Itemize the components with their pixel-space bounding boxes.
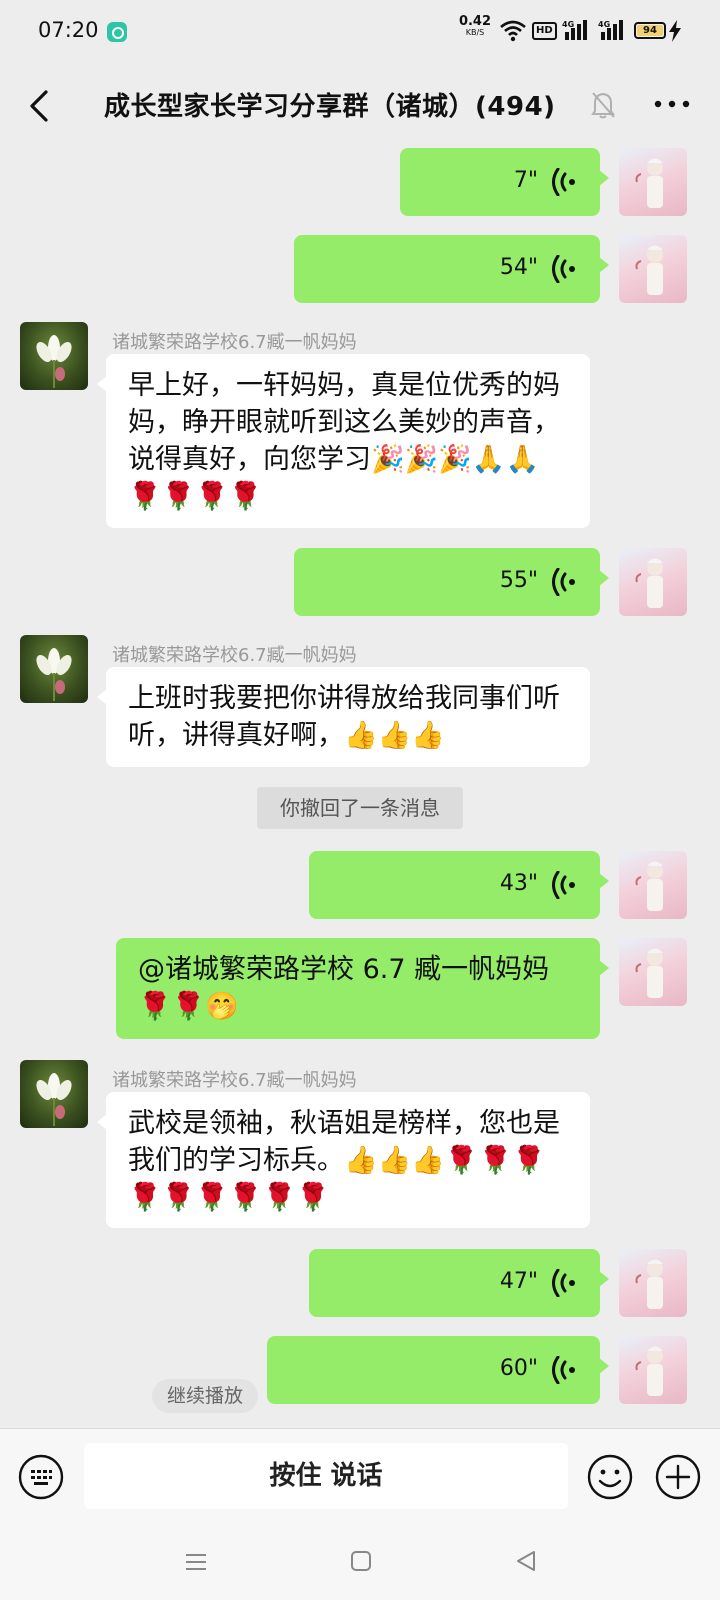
- person-photo-icon: [635, 245, 663, 295]
- voice-wave-icon: [552, 1356, 575, 1384]
- message-text: 上班时我要把你讲得放给我同事们听听，讲得真好啊，👍👍👍: [128, 683, 560, 751]
- self-avatar[interactable]: [619, 148, 687, 216]
- charging-icon: [669, 20, 681, 42]
- system-nav-bar: [0, 1528, 720, 1600]
- text-message[interactable]: 早上好，一轩妈妈，真是位优秀的妈妈，睁开眼就听到这么美妙的声音，说得真好，向您学…: [97, 354, 590, 528]
- lotus-flower-icon: [36, 335, 72, 388]
- message-text: 早上好，一轩妈妈，真是位优秀的妈妈，睁开眼就听到这么美妙的声音，说得真好，向您学…: [128, 370, 560, 512]
- recent-apps-icon[interactable]: [184, 1550, 208, 1574]
- sender-name: 诸城繁荣路学校6.7臧一帆妈妈: [112, 332, 357, 353]
- battery-icon: 94: [634, 22, 666, 39]
- voice-duration: 47": [499, 1269, 538, 1294]
- voice-message[interactable]: 47": [309, 1249, 609, 1317]
- chat-title[interactable]: 成长型家长学习分享群（诸城）(494): [104, 86, 556, 123]
- message-text: @诸城繁荣路学校 6.7 臧一帆妈妈 🌹🌹🤭: [138, 954, 550, 1022]
- recall-notice: 你撤回了一条消息: [257, 787, 463, 829]
- emoji-icon[interactable]: [586, 1453, 634, 1501]
- network-speed: 0.42 KB/S: [458, 14, 492, 38]
- voice-wave-icon: [552, 871, 575, 899]
- plus-icon[interactable]: [654, 1453, 702, 1501]
- voice-wave-icon: [552, 168, 575, 196]
- message-text: 武校是领袖，秋语姐是榜样，您也是我们的学习标兵。👍👍👍🌹🌹🌹🌹🌹🌹🌹🌹🌹: [128, 1108, 560, 1213]
- sender-name: 诸城繁荣路学校6.7臧一帆妈妈: [112, 1070, 357, 1091]
- voice-duration: 43": [499, 871, 538, 896]
- voice-duration: 7": [513, 168, 538, 193]
- hold-to-talk-button[interactable]: 按住 说话: [84, 1443, 568, 1509]
- sender-avatar[interactable]: [20, 635, 88, 703]
- sender-avatar[interactable]: [20, 322, 88, 390]
- hd-badge: HD: [532, 22, 557, 40]
- text-message[interactable]: 武校是领袖，秋语姐是榜样，您也是我们的学习标兵。👍👍👍🌹🌹🌹🌹🌹🌹🌹🌹🌹: [97, 1092, 590, 1228]
- sender-avatar[interactable]: [20, 1060, 88, 1128]
- sender-name: 诸城繁荣路学校6.7臧一帆妈妈: [112, 645, 357, 666]
- input-bar: 按住 说话: [0, 1428, 720, 1528]
- self-avatar[interactable]: [619, 938, 687, 1006]
- back-arrow-icon[interactable]: [22, 86, 62, 126]
- voice-message[interactable]: 60": [267, 1336, 609, 1404]
- voice-message[interactable]: 7": [400, 148, 609, 216]
- self-avatar[interactable]: [619, 1336, 687, 1404]
- voice-message[interactable]: 55": [294, 548, 609, 616]
- voice-duration: 54": [499, 255, 538, 280]
- home-icon[interactable]: [350, 1550, 372, 1572]
- network-speed-value: 0.42: [458, 14, 492, 29]
- person-photo-icon: [635, 158, 663, 208]
- self-avatar[interactable]: [619, 235, 687, 303]
- bell-off-icon: [591, 92, 615, 119]
- lotus-flower-icon: [36, 648, 72, 701]
- status-time: 07:20: [38, 18, 99, 42]
- text-message[interactable]: @诸城繁荣路学校 6.7 臧一帆妈妈 🌹🌹🤭: [116, 938, 609, 1039]
- continue-playing-button[interactable]: 继续播放: [152, 1379, 258, 1413]
- self-avatar[interactable]: [619, 1249, 687, 1317]
- battery-level: 94: [643, 25, 657, 36]
- voice-duration: 55": [499, 568, 538, 593]
- self-avatar[interactable]: [619, 548, 687, 616]
- signal-icon-2: [601, 20, 623, 40]
- signal-icon-1: [565, 20, 587, 40]
- person-photo-icon: [635, 1259, 663, 1309]
- person-photo-icon: [635, 948, 663, 998]
- wifi-icon: [500, 20, 526, 42]
- more-dots-icon[interactable]: [652, 92, 692, 116]
- chat-message-list[interactable]: 7" 54" 诸城繁荣路学校6.7臧一帆妈妈 早上好，一轩妈妈，真是位优秀的妈妈…: [0, 146, 720, 1428]
- self-avatar[interactable]: [619, 851, 687, 919]
- notification-app-icon: [107, 22, 127, 42]
- text-message[interactable]: 上班时我要把你讲得放给我同事们听听，讲得真好啊，👍👍👍: [97, 667, 590, 767]
- voice-duration: 60": [499, 1356, 538, 1381]
- lotus-flower-icon: [36, 1073, 72, 1126]
- voice-message[interactable]: 43": [309, 851, 609, 919]
- person-photo-icon: [635, 558, 663, 608]
- person-photo-icon: [635, 861, 663, 911]
- voice-wave-icon: [552, 568, 575, 596]
- nav-back-icon[interactable]: [514, 1549, 538, 1573]
- keyboard-icon[interactable]: [17, 1453, 65, 1501]
- chat-header: 成长型家长学习分享群（诸城）(494): [0, 64, 720, 146]
- voice-wave-icon: [552, 1269, 575, 1297]
- status-bar: 07:20 0.42 KB/S HD 4G 4G 94: [0, 0, 720, 64]
- voice-message[interactable]: 54": [294, 235, 609, 303]
- person-photo-icon: [635, 1346, 663, 1396]
- voice-wave-icon: [552, 255, 575, 283]
